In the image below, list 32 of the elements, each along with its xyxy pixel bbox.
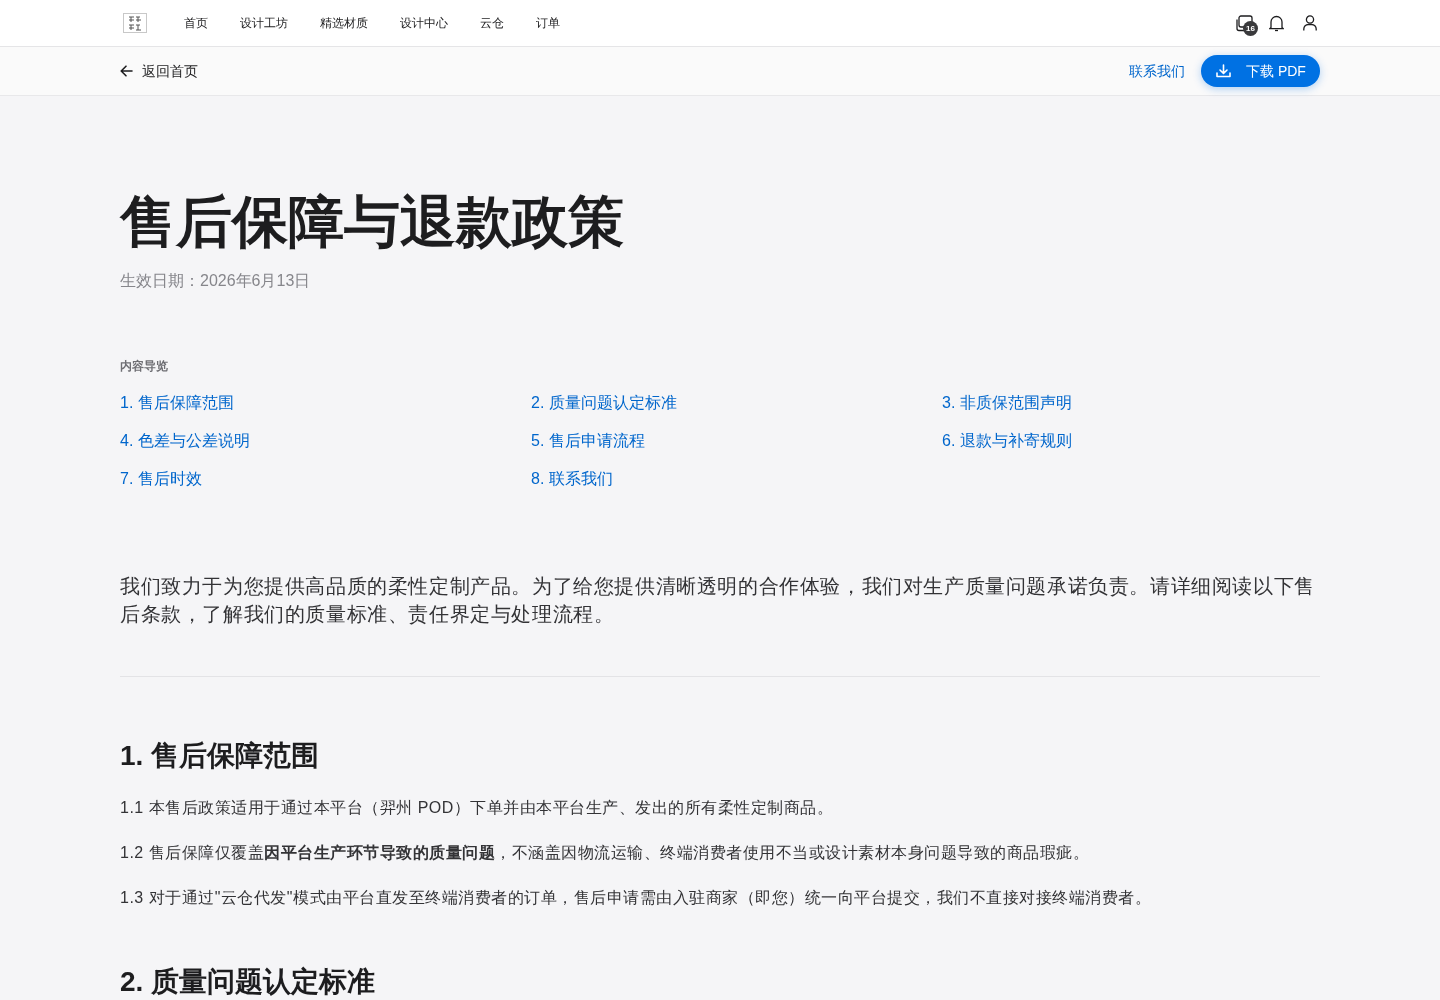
arrow-left-icon — [120, 65, 133, 77]
bell-icon[interactable] — [1269, 14, 1284, 32]
section-heading: 2. 质量问题认定标准 — [120, 965, 377, 999]
section-paragraph: 1.2 售后保障仅覆盖因平台生产环节导致的质量问题，不涵盖因物流运输、终端消费者使用不当或设计素材本身问题导致的商品瑕疵。 — [120, 843, 1091, 863]
page-title: 售后保障与退款政策 — [120, 191, 625, 253]
toc-link[interactable]: 3. 非质保范围声明 — [942, 394, 1072, 411]
logo-icon[interactable] — [123, 13, 147, 33]
toc-link[interactable]: 5. 售后申请流程 — [531, 432, 645, 449]
section-paragraph: 1.3 对于通过"云仓代发"模式由平台直发至终端消费者的订单，售后申请需由入驻商家（即您）统一向平台提交，我们不直接对接终端消费者。 — [120, 888, 1153, 908]
nav-link[interactable]: 精选材质 — [320, 14, 368, 32]
back-link[interactable]: 返回首页 — [120, 60, 198, 82]
intro-paragraph: 我们致力于为您提供高品质的柔性定制产品。为了给您提供清晰透明的合作体验，我们对生产质量问题承诺负责。请详细阅读以下售后条款，了解我们的质量标准、责任界定与处理流程。 — [120, 574, 1316, 627]
contact-link[interactable]: 联系我们 — [1129, 60, 1185, 82]
section-paragraph: 1.1 本售后政策适用于通过本平台（羿州 POD）下单并由本平台生产、发出的所有柔性定制商品。 — [120, 798, 835, 818]
effective-date: 生效日期：2026年6月13日 — [120, 271, 312, 291]
user-icon[interactable] — [1303, 15, 1317, 31]
toc-link[interactable]: 6. 退款与补寄规则 — [942, 432, 1072, 449]
toc-link[interactable]: 1. 售后保障范围 — [120, 394, 234, 411]
nav-link[interactable]: 设计中心 — [400, 14, 448, 32]
toc-link[interactable]: 2. 质量问题认定标准 — [531, 394, 677, 411]
download-icon — [1216, 64, 1231, 78]
toc-link[interactable]: 4. 色差与公差说明 — [120, 432, 250, 449]
nav-link[interactable]: 设计工坊 — [240, 14, 288, 32]
section-heading: 1. 售后保障范围 — [120, 739, 321, 773]
nav-link[interactable]: 云仓 — [480, 14, 504, 32]
count-badge: 16 — [1243, 21, 1258, 36]
toc-link[interactable]: 8. 联系我们 — [531, 470, 613, 487]
nav-link[interactable]: 订单 — [536, 14, 560, 32]
nav-link[interactable]: 首页 — [184, 14, 208, 32]
toc-link[interactable]: 7. 售后时效 — [120, 470, 202, 487]
download-button[interactable]: 下载 PDF — [1201, 55, 1320, 87]
toc-heading: 内容导览 — [120, 358, 169, 374]
